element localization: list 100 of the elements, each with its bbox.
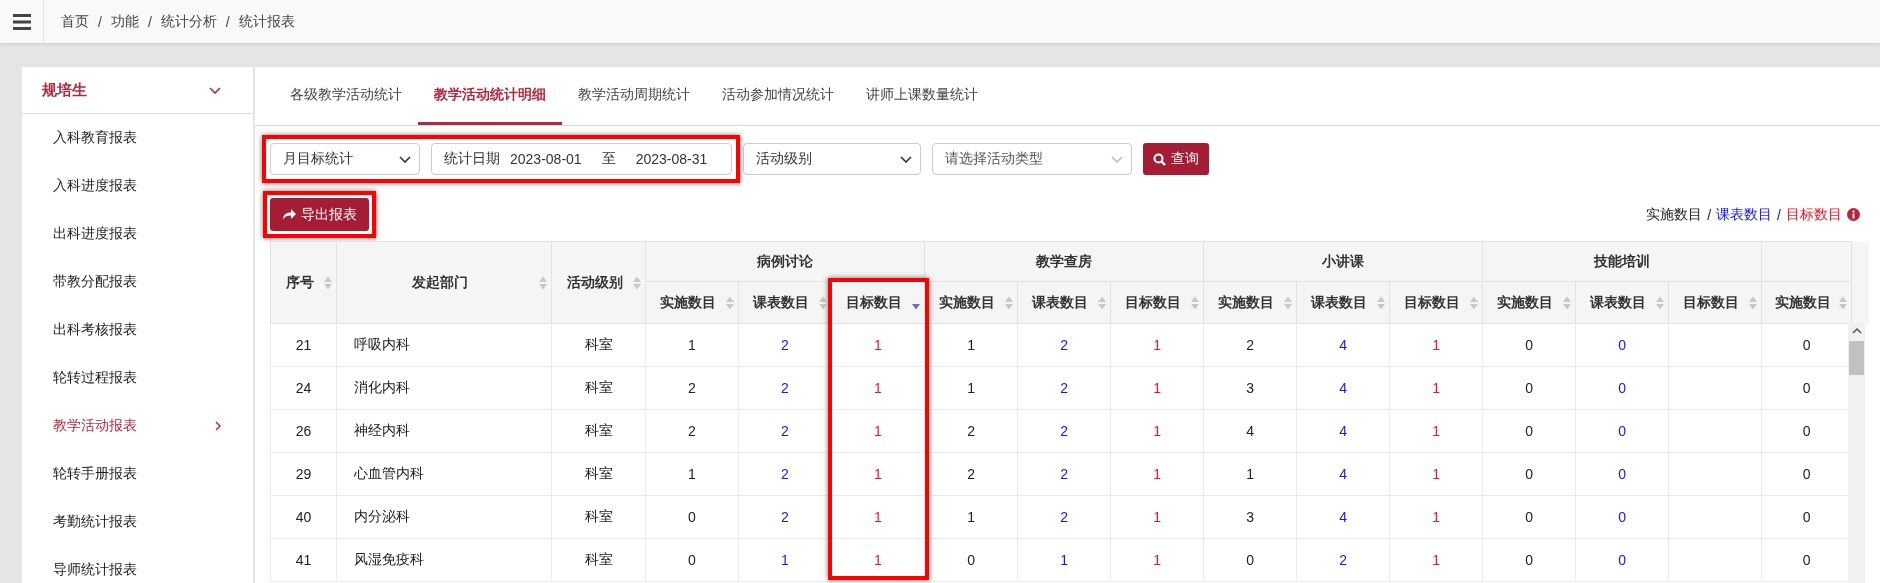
chevron-up-icon[interactable] (1851, 328, 1862, 334)
table-cell: 2 (1017, 366, 1111, 410)
chevron-down-icon (399, 155, 411, 163)
table-cell: 1 (1389, 538, 1483, 582)
tab[interactable]: 各级教学活动统计 (274, 67, 418, 125)
search-icon (1153, 152, 1166, 166)
date-range-field[interactable]: 统计日期 2023-08-01 至 2023-08-31 (431, 143, 732, 175)
breadcrumb-separator: / (98, 13, 102, 30)
table-cell: 科室 (551, 366, 646, 410)
table-cell: 1 (831, 409, 925, 453)
level-select[interactable]: 活动级别 (743, 143, 921, 175)
table-cell: 内分泌科 (336, 495, 552, 539)
table-cell: 1 (645, 452, 739, 496)
legend-label: 目标数目 (1786, 205, 1842, 224)
sidebar-item[interactable]: 考勤统计报表 (22, 498, 253, 546)
table-cell: 26 (270, 409, 337, 453)
table-cell: 呼吸内科 (336, 323, 552, 367)
table-cell: 1 (1389, 366, 1483, 410)
column-header[interactable]: 实施数目 (1482, 281, 1576, 324)
tab[interactable]: 教学活动统计明细 (418, 67, 562, 125)
table-cell: 1 (831, 323, 925, 367)
info-icon[interactable] (1847, 208, 1860, 221)
table-cell: 1 (645, 323, 739, 367)
sidebar-item[interactable]: 出科考核报表 (22, 306, 253, 354)
table-cell: 1 (1389, 323, 1483, 367)
column-header[interactable]: 序号 (270, 241, 337, 324)
sidebar-item[interactable]: 出科进度报表 (22, 210, 253, 258)
table-cell: 科室 (551, 452, 646, 496)
table-cell: 0 (1482, 538, 1576, 582)
column-header[interactable]: 发起部门 (336, 241, 552, 324)
sidebar-item[interactable]: 带教分配报表 (22, 258, 253, 306)
table-cell: 2 (645, 366, 739, 410)
legend-separator: / (1707, 206, 1712, 223)
sidebar-item[interactable]: 导师统计报表 (22, 546, 253, 583)
column-header[interactable]: 目标数目 (1668, 281, 1762, 324)
table-cell: 1 (1389, 409, 1483, 453)
table-cell: 3 (1203, 495, 1297, 539)
table-cell: 0 (645, 495, 739, 539)
table-cell: 4 (1296, 452, 1390, 496)
table-cell: 1 (1389, 452, 1483, 496)
scrollbar[interactable] (1848, 323, 1865, 583)
table-cell: 4 (1296, 366, 1390, 410)
table-cell: 心血管内科 (336, 452, 552, 496)
column-header[interactable]: 课表数目 (1017, 281, 1111, 324)
column-header[interactable]: 目标数目 (1389, 281, 1483, 324)
table-cell: 2 (1203, 323, 1297, 367)
breadcrumb-link[interactable]: 首页 (61, 12, 89, 31)
table-cell: 科室 (551, 538, 646, 582)
table-cell: 2 (1296, 538, 1390, 582)
column-header[interactable]: 目标数目 (831, 281, 925, 324)
table-cell: 4 (1296, 323, 1390, 367)
table-cell: 0 (1482, 452, 1576, 496)
table-cell: 21 (270, 323, 337, 367)
table-cell: 0 (1575, 538, 1669, 582)
type-select[interactable]: 请选择活动类型 (932, 143, 1132, 175)
export-button[interactable]: 导出报表 (270, 198, 369, 231)
table-cell: 4 (1296, 409, 1390, 453)
breadcrumb-link[interactable]: 功能 (110, 12, 139, 31)
sidebar-item[interactable]: 入科进度报表 (22, 162, 253, 210)
table-cell: 1 (1110, 366, 1204, 410)
group-header: 教学查房 (924, 241, 1204, 282)
table-cell: 24 (270, 366, 337, 410)
tab[interactable]: 教学活动周期统计 (562, 67, 706, 125)
sort-icon[interactable] (819, 295, 827, 310)
group-header: 技能培训 (1482, 241, 1762, 282)
period-select[interactable]: 月目标统计 (270, 143, 420, 175)
table-cell: 科室 (551, 409, 646, 453)
table-cell: 科室 (551, 323, 646, 367)
breadcrumb-separator: / (147, 13, 152, 30)
table-cell: 1 (1110, 323, 1204, 367)
table-cell: 1 (831, 366, 925, 410)
breadcrumb-link[interactable]: 统计分析 (160, 12, 217, 31)
column-header[interactable]: 课表数目 (1296, 281, 1390, 324)
table-cell: 1 (1110, 452, 1204, 496)
sidebar-item[interactable]: 轮转过程报表 (22, 354, 253, 402)
column-header[interactable]: 实施数目 (1761, 281, 1852, 324)
tab[interactable]: 讲师上课数量统计 (850, 67, 994, 125)
table-cell: 0 (1482, 495, 1576, 539)
column-header[interactable]: 课表数目 (1575, 281, 1669, 324)
chevron-down-icon (900, 155, 912, 163)
query-button[interactable]: 查询 (1143, 143, 1209, 175)
table-cell: 神经内科 (336, 409, 552, 453)
table-cell: 0 (1482, 409, 1576, 453)
menu-icon[interactable] (12, 13, 31, 30)
sidebar-group-header[interactable]: 规培生 (22, 67, 253, 114)
sidebar-item[interactable]: 教学活动报表 (22, 402, 253, 450)
table-cell: 1 (1389, 495, 1483, 539)
share-arrow-icon (282, 208, 296, 221)
column-header[interactable]: 目标数目 (1110, 281, 1204, 324)
group-header: 小讲课 (1203, 241, 1483, 282)
sidebar-item[interactable]: 入科教育报表 (22, 114, 253, 162)
column-header[interactable]: 实施数目 (1203, 281, 1297, 324)
column-header[interactable]: 活动级别 (551, 241, 646, 324)
tab[interactable]: 活动参加情况统计 (706, 67, 850, 125)
column-header[interactable]: 实施数目 (645, 281, 739, 324)
sidebar-item[interactable]: 轮转手册报表 (22, 450, 253, 498)
table-cell: 0 (1575, 409, 1669, 453)
scrollbar-thumb[interactable] (1849, 341, 1864, 375)
legend-separator: / (1777, 206, 1781, 223)
table-cell: 消化内科 (336, 366, 552, 410)
